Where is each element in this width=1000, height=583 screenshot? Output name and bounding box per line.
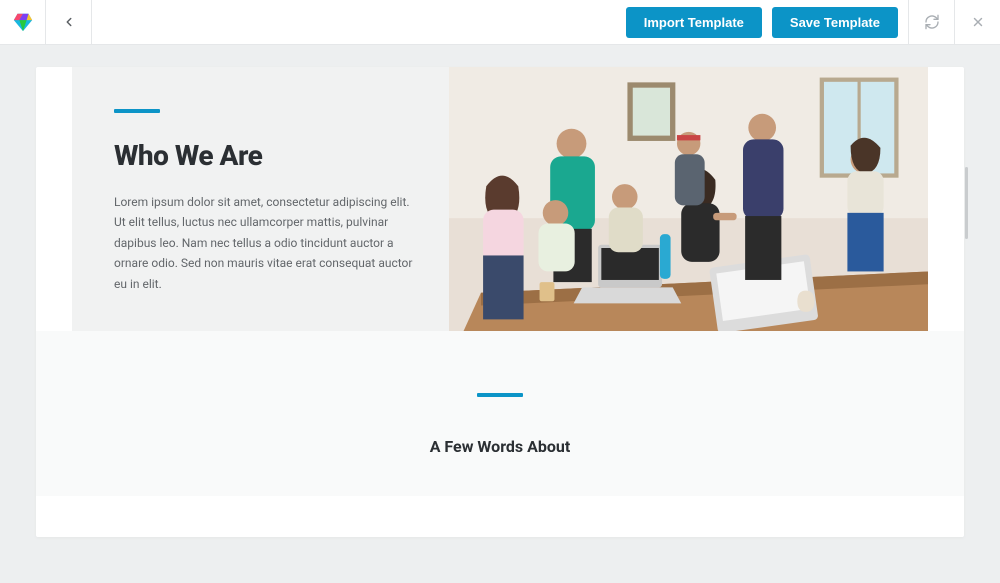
logo-icon [12,11,34,33]
refresh-button[interactable] [908,0,954,45]
hero-text-column: Who We Are Lorem ipsum dolor sit amet, c… [72,67,449,331]
chevron-left-icon [62,15,76,29]
accent-bar [477,393,523,397]
close-button[interactable] [954,0,1000,45]
about-section-title[interactable]: A Few Words About [36,437,964,456]
hero-title[interactable]: Who We Are [114,139,419,172]
hero-image-column[interactable] [449,67,928,331]
about-section[interactable]: A Few Words About [36,331,964,496]
accent-bar [114,109,160,113]
back-button[interactable] [46,0,92,45]
topbar: Import Template Save Template [0,0,1000,45]
hero-section[interactable]: Who We Are Lorem ipsum dolor sit amet, c… [72,67,928,331]
refresh-icon [924,14,940,30]
close-icon [971,15,985,29]
hero-body-text[interactable]: Lorem ipsum dolor sit amet, consectetur … [114,192,419,294]
scrollbar-thumb[interactable] [965,167,968,239]
app-logo[interactable] [0,0,46,45]
hero-image [449,67,928,331]
page-canvas[interactable]: Who We Are Lorem ipsum dolor sit amet, c… [36,67,964,537]
import-template-button[interactable]: Import Template [626,7,762,38]
save-template-button[interactable]: Save Template [772,7,898,38]
editor-canvas-area: Who We Are Lorem ipsum dolor sit amet, c… [0,45,1000,583]
